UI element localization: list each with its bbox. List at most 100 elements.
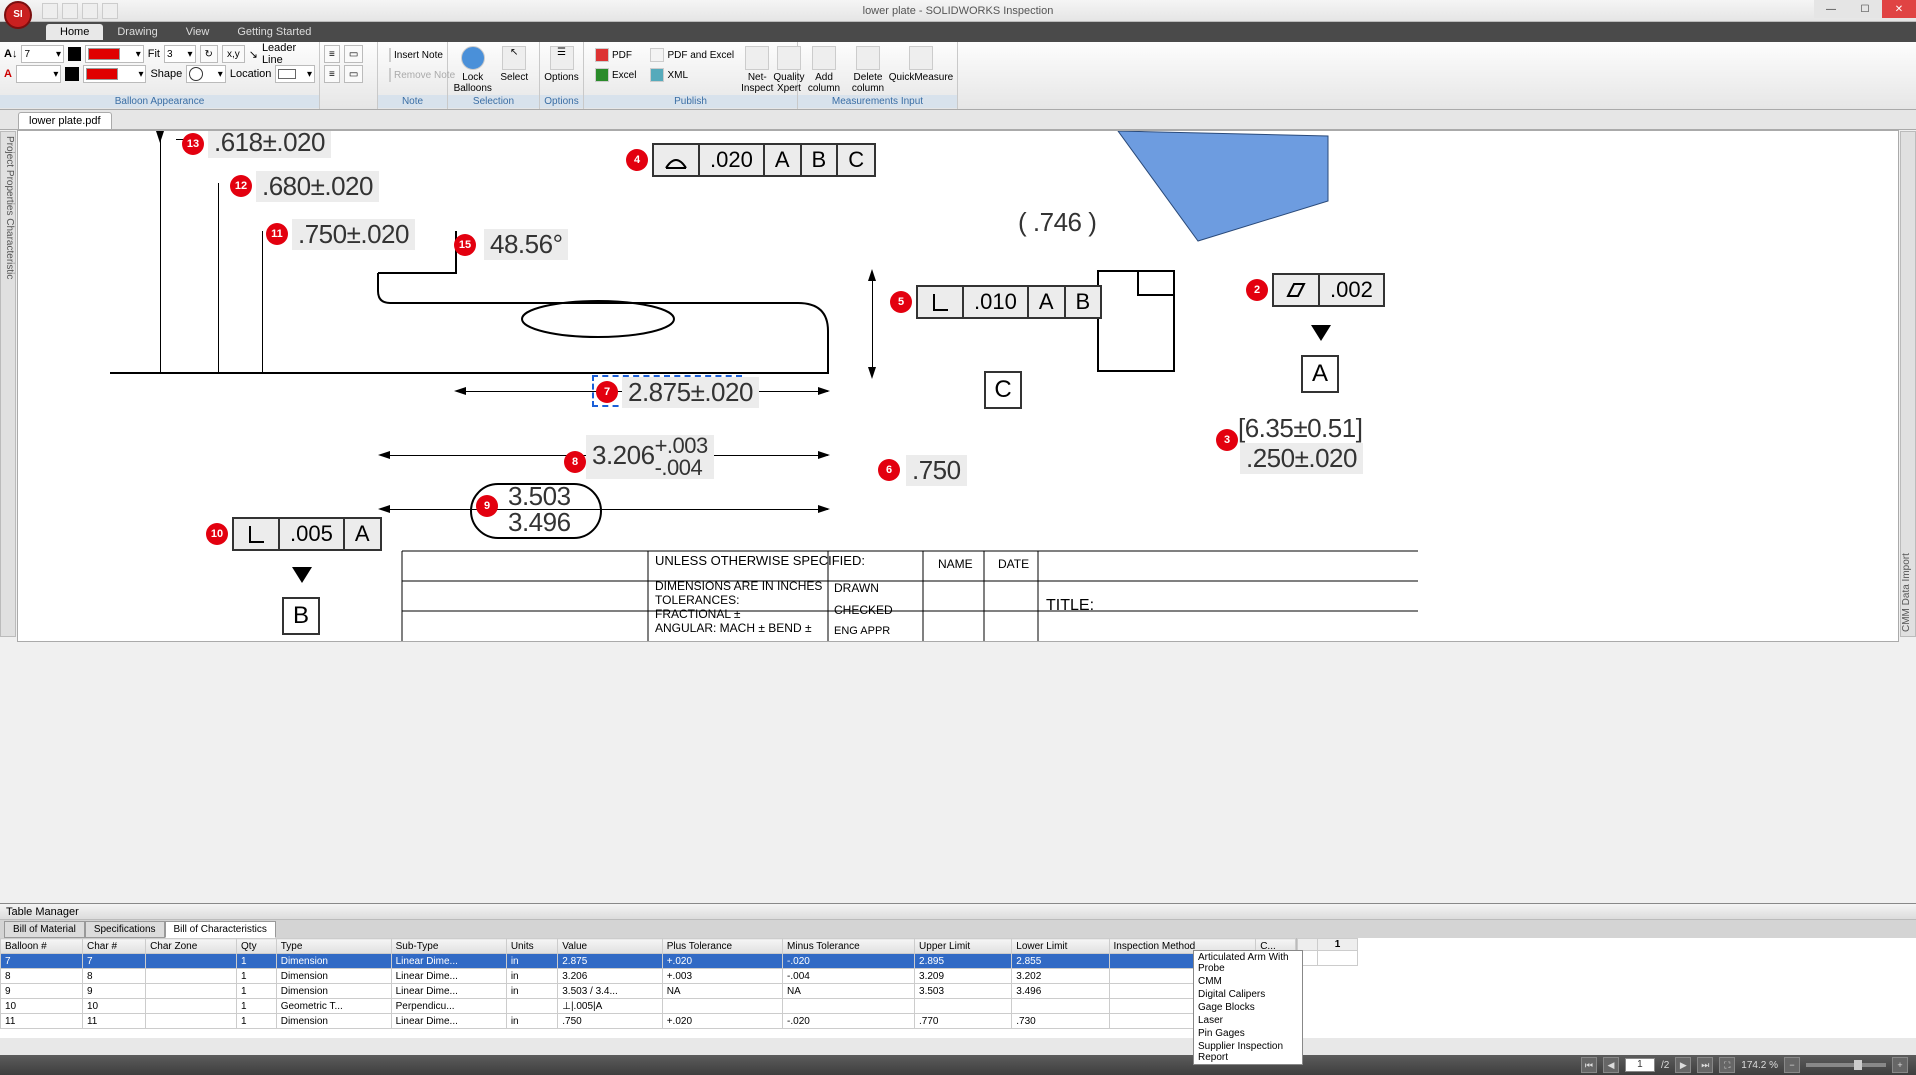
- tm-tab-bom[interactable]: Bill of Material: [4, 921, 85, 938]
- balloon-4[interactable]: 4: [626, 149, 648, 171]
- options-button[interactable]: ☰Options: [544, 44, 579, 96]
- ribbon-group-selection: Lock Balloons ↖Select Selection: [448, 42, 540, 109]
- align-side-icon[interactable]: ▭: [344, 65, 363, 83]
- balloon-8[interactable]: 8: [564, 451, 586, 473]
- datum-c[interactable]: C: [984, 371, 1022, 409]
- left-panel-tabs[interactable]: Project Properties Characteristic: [0, 131, 16, 637]
- dim-3-top[interactable]: [6.35±0.51]: [1232, 413, 1368, 444]
- fit-input[interactable]: 3▾: [164, 45, 196, 63]
- next-page-button[interactable]: ▶: [1675, 1057, 1691, 1073]
- new-icon[interactable]: [42, 3, 58, 19]
- zoom-in-button[interactable]: +: [1892, 1057, 1908, 1073]
- lock-balloons-button[interactable]: Lock Balloons: [452, 44, 494, 96]
- save-icon[interactable]: [82, 3, 98, 19]
- dim-ref[interactable]: ( .746 ): [1012, 207, 1102, 238]
- datum-a[interactable]: A: [1301, 355, 1339, 393]
- fit-width-icon[interactable]: ⛶: [1719, 1057, 1735, 1073]
- undo-icon[interactable]: [102, 3, 118, 19]
- balloon-2[interactable]: 2: [1246, 279, 1268, 301]
- tb-eng: ENG APPR: [834, 625, 890, 637]
- zoom-slider[interactable]: [1806, 1063, 1886, 1067]
- dim-12[interactable]: .680±.020: [256, 171, 379, 202]
- fcs-4[interactable]: .020 A B C: [652, 143, 876, 177]
- dim-6[interactable]: .750: [906, 455, 967, 486]
- dim-13[interactable]: .618±.020: [208, 130, 331, 158]
- fcs-2[interactable]: .002: [1272, 273, 1385, 307]
- fcs-10[interactable]: .005 A: [232, 517, 382, 551]
- balloon-5[interactable]: 5: [890, 291, 912, 313]
- balloon-12[interactable]: 12: [230, 175, 252, 197]
- excel-button[interactable]: Excel: [592, 66, 639, 84]
- prev-page-button[interactable]: ◀: [1603, 1057, 1619, 1073]
- zoom-out-button[interactable]: −: [1784, 1057, 1800, 1073]
- balloon-9[interactable]: 9: [476, 495, 498, 517]
- status-bar: ⏮ ◀ 1 /2 ▶ ⏭ ⛶ 174.2 % − +: [0, 1055, 1916, 1075]
- inspection-method-dropdown[interactable]: Articulated Arm With ProbeCMMDigital Cal…: [1193, 950, 1303, 1065]
- xy-button[interactable]: x,y: [222, 45, 245, 63]
- ribbon-group-balloon: A↓ 7▾ ▾ Fit 3▾ ↻ x,y ↘Leader Line A ▾ ▾ …: [0, 42, 320, 109]
- balloon-15[interactable]: 15: [454, 234, 476, 256]
- font-color-drop[interactable]: ▾: [85, 45, 144, 63]
- balloon-11[interactable]: 11: [266, 223, 288, 245]
- quickmeasure-button[interactable]: QuickMeasure: [890, 44, 952, 96]
- last-page-button[interactable]: ⏭: [1697, 1057, 1713, 1073]
- tm-tabs: Bill of Material Specifications Bill of …: [0, 920, 1916, 938]
- reset-button[interactable]: ↻: [200, 45, 218, 63]
- page-input[interactable]: 1: [1625, 1058, 1655, 1072]
- font-style-drop[interactable]: ▾: [16, 65, 61, 83]
- location-drop[interactable]: ▾: [275, 65, 315, 83]
- dim-7[interactable]: 2.875±.020: [622, 377, 759, 408]
- tab-view[interactable]: View: [172, 24, 224, 40]
- app-logo[interactable]: SI: [4, 1, 32, 29]
- align-mid-icon[interactable]: ▭: [344, 45, 363, 63]
- maximize-button[interactable]: ☐: [1848, 0, 1882, 18]
- ribbon-group-publish: PDF Excel PDF and Excel XML Net-Inspect …: [584, 42, 798, 109]
- xml-button[interactable]: XML: [647, 66, 737, 84]
- balloon-3[interactable]: 3: [1216, 429, 1238, 451]
- tm-tab-boc[interactable]: Bill of Characteristics: [165, 921, 276, 938]
- first-page-button[interactable]: ⏮: [1581, 1057, 1597, 1073]
- minimize-button[interactable]: —: [1814, 0, 1848, 18]
- pdf-button[interactable]: PDF: [592, 46, 639, 64]
- select-button[interactable]: ↖Select: [494, 44, 536, 96]
- dim-3-bot[interactable]: .250±.020: [1240, 443, 1363, 474]
- tm-tab-specs[interactable]: Specifications: [85, 921, 165, 938]
- ribbon-group-options: ☰Options Options: [540, 42, 584, 109]
- tab-drawing[interactable]: Drawing: [103, 24, 171, 40]
- drawing-canvas[interactable]: 13 .618±.020 12 .680±.020 11 .750±.020 1…: [17, 130, 1899, 642]
- tb-name: NAME: [938, 557, 973, 571]
- close-button[interactable]: ✕: [1882, 0, 1916, 18]
- dim-8[interactable]: 3.206+.003-.004: [586, 435, 714, 479]
- right-panel-tabs[interactable]: CMM Data Import: [1900, 131, 1916, 637]
- fcs-5[interactable]: .010 A B: [916, 285, 1102, 319]
- datum-b[interactable]: B: [282, 597, 320, 635]
- align-top-icon[interactable]: ≡: [324, 45, 340, 63]
- tab-getting-started[interactable]: Getting Started: [223, 24, 325, 40]
- measurements-grid[interactable]: 1 Articulated Arm With ProbeCMMDigital C…: [1296, 938, 1916, 1038]
- dim-11[interactable]: .750±.020: [292, 219, 415, 250]
- fill-color-drop[interactable]: ▾: [83, 65, 146, 83]
- add-column-button[interactable]: Add column: [802, 44, 846, 96]
- ribbon-group-note: Insert Note Remove Note Note: [378, 42, 448, 109]
- characteristics-grid[interactable]: Balloon #Char #Char ZoneQtyTypeSub-TypeU…: [0, 938, 1296, 1038]
- font-size-input[interactable]: 7▾: [21, 45, 64, 63]
- balloon-13[interactable]: 13: [182, 133, 204, 155]
- leader-line-button[interactable]: Leader Line: [262, 42, 315, 66]
- balloon-6[interactable]: 6: [878, 459, 900, 481]
- insert-note-button[interactable]: Insert Note: [386, 46, 439, 64]
- balloon-7[interactable]: 7: [596, 381, 618, 403]
- balloon-10[interactable]: 10: [206, 523, 228, 545]
- dim-9[interactable]: 3.5033.496: [502, 483, 577, 535]
- tb-ang: ANGULAR: MACH ± BEND ±: [655, 621, 812, 635]
- pdf-excel-button[interactable]: PDF and Excel: [647, 46, 737, 64]
- doc-tab[interactable]: lower plate.pdf: [18, 112, 112, 129]
- open-icon[interactable]: [62, 3, 78, 19]
- quick-access-toolbar: SI: [0, 0, 118, 25]
- tab-home[interactable]: Home: [46, 24, 103, 40]
- delete-column-button[interactable]: Delete column: [846, 44, 890, 96]
- dim-15[interactable]: 48.56°: [484, 229, 568, 260]
- ribbon: A↓ 7▾ ▾ Fit 3▾ ↻ x,y ↘Leader Line A ▾ ▾ …: [0, 42, 1916, 110]
- align-bot-icon[interactable]: ≡: [324, 65, 340, 83]
- net-inspect-button[interactable]: Net-Inspect: [741, 44, 773, 96]
- shape-drop[interactable]: ▾: [186, 65, 226, 83]
